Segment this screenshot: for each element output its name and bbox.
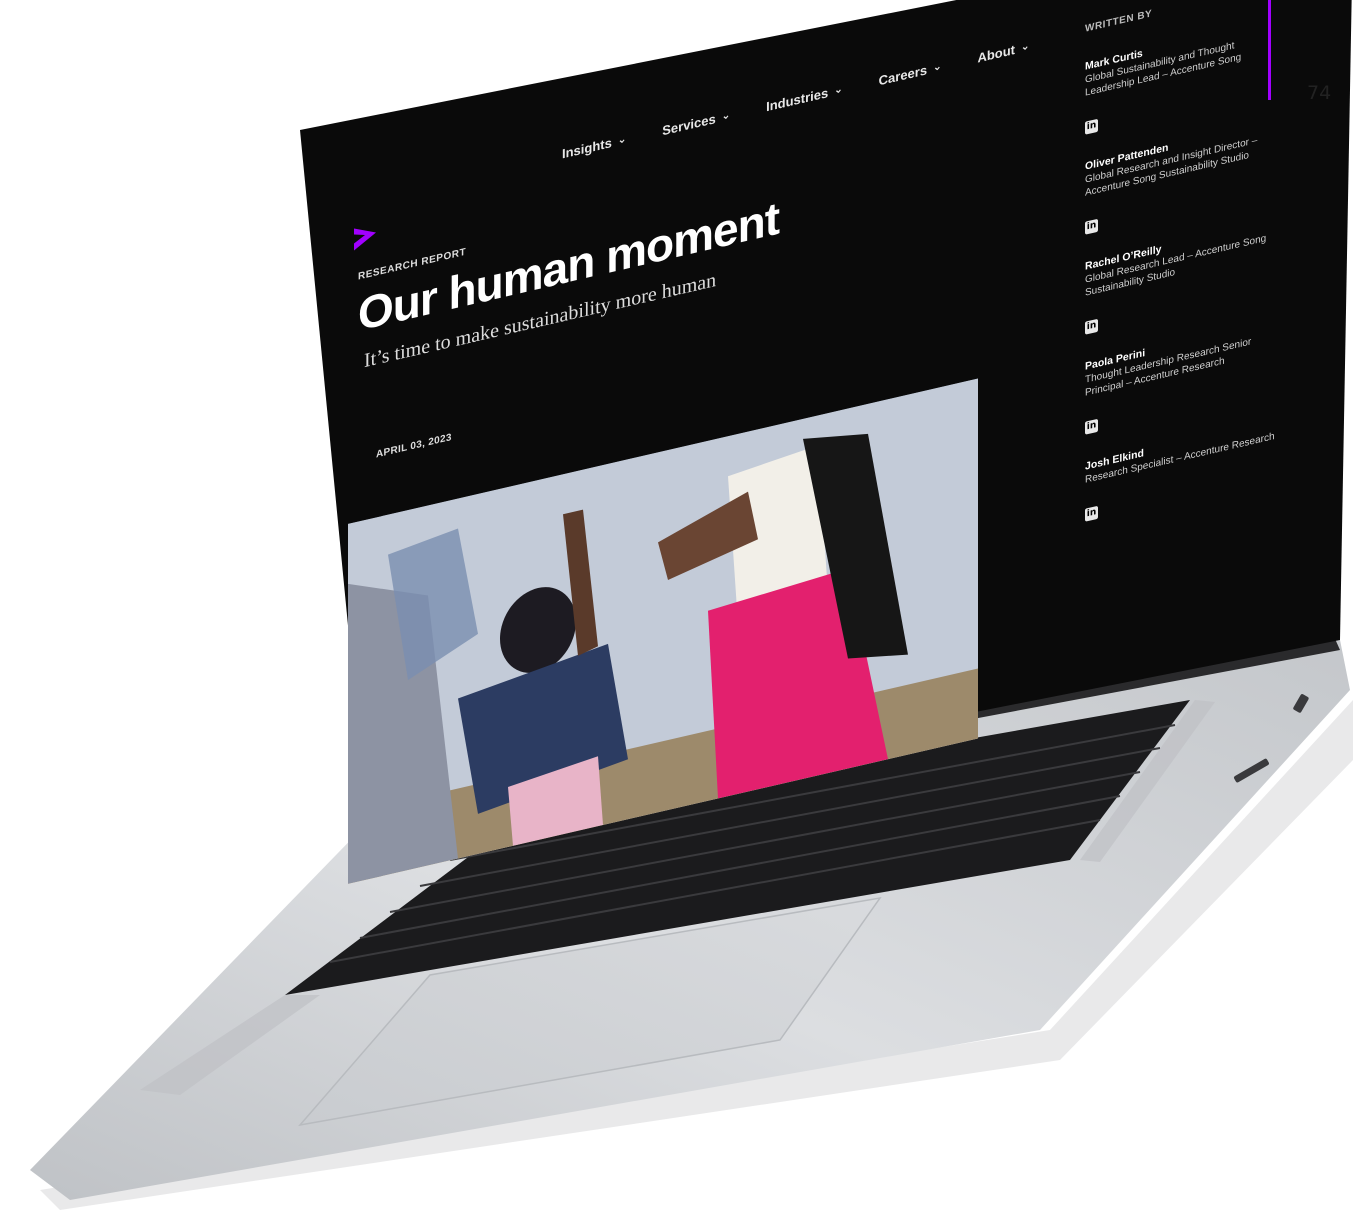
written-by-sidebar: WRITTEN BY Mark Curtis Global Sustainabi… <box>1085 0 1285 548</box>
chevron-down-icon: ⌄ <box>933 60 942 74</box>
author-card: Rachel O’Reilly Global Research Lead – A… <box>1085 215 1285 335</box>
author-card: Mark Curtis Global Sustainability and Th… <box>1085 15 1285 135</box>
linkedin-icon[interactable]: in <box>1085 318 1098 335</box>
brand-logo[interactable] <box>352 221 378 253</box>
chevron-down-icon: ⌄ <box>617 133 627 147</box>
chevron-down-icon: ⌄ <box>721 109 731 123</box>
chevron-down-icon: ⌄ <box>834 83 843 97</box>
linkedin-icon[interactable]: in <box>1085 505 1098 522</box>
linkedin-icon[interactable]: in <box>1085 218 1098 235</box>
author-card: Paola Perini Thought Leadership Research… <box>1085 315 1285 435</box>
article-date: APRIL 03, 2023 <box>376 431 452 461</box>
linkedin-icon[interactable]: in <box>1085 418 1098 435</box>
chevron-down-icon: ⌄ <box>1021 40 1030 54</box>
author-card: Oliver Pattenden Global Research and Ins… <box>1085 115 1285 235</box>
linkedin-icon[interactable]: in <box>1085 118 1098 135</box>
author-card: Josh Elkind Research Specialist – Accent… <box>1085 415 1285 522</box>
